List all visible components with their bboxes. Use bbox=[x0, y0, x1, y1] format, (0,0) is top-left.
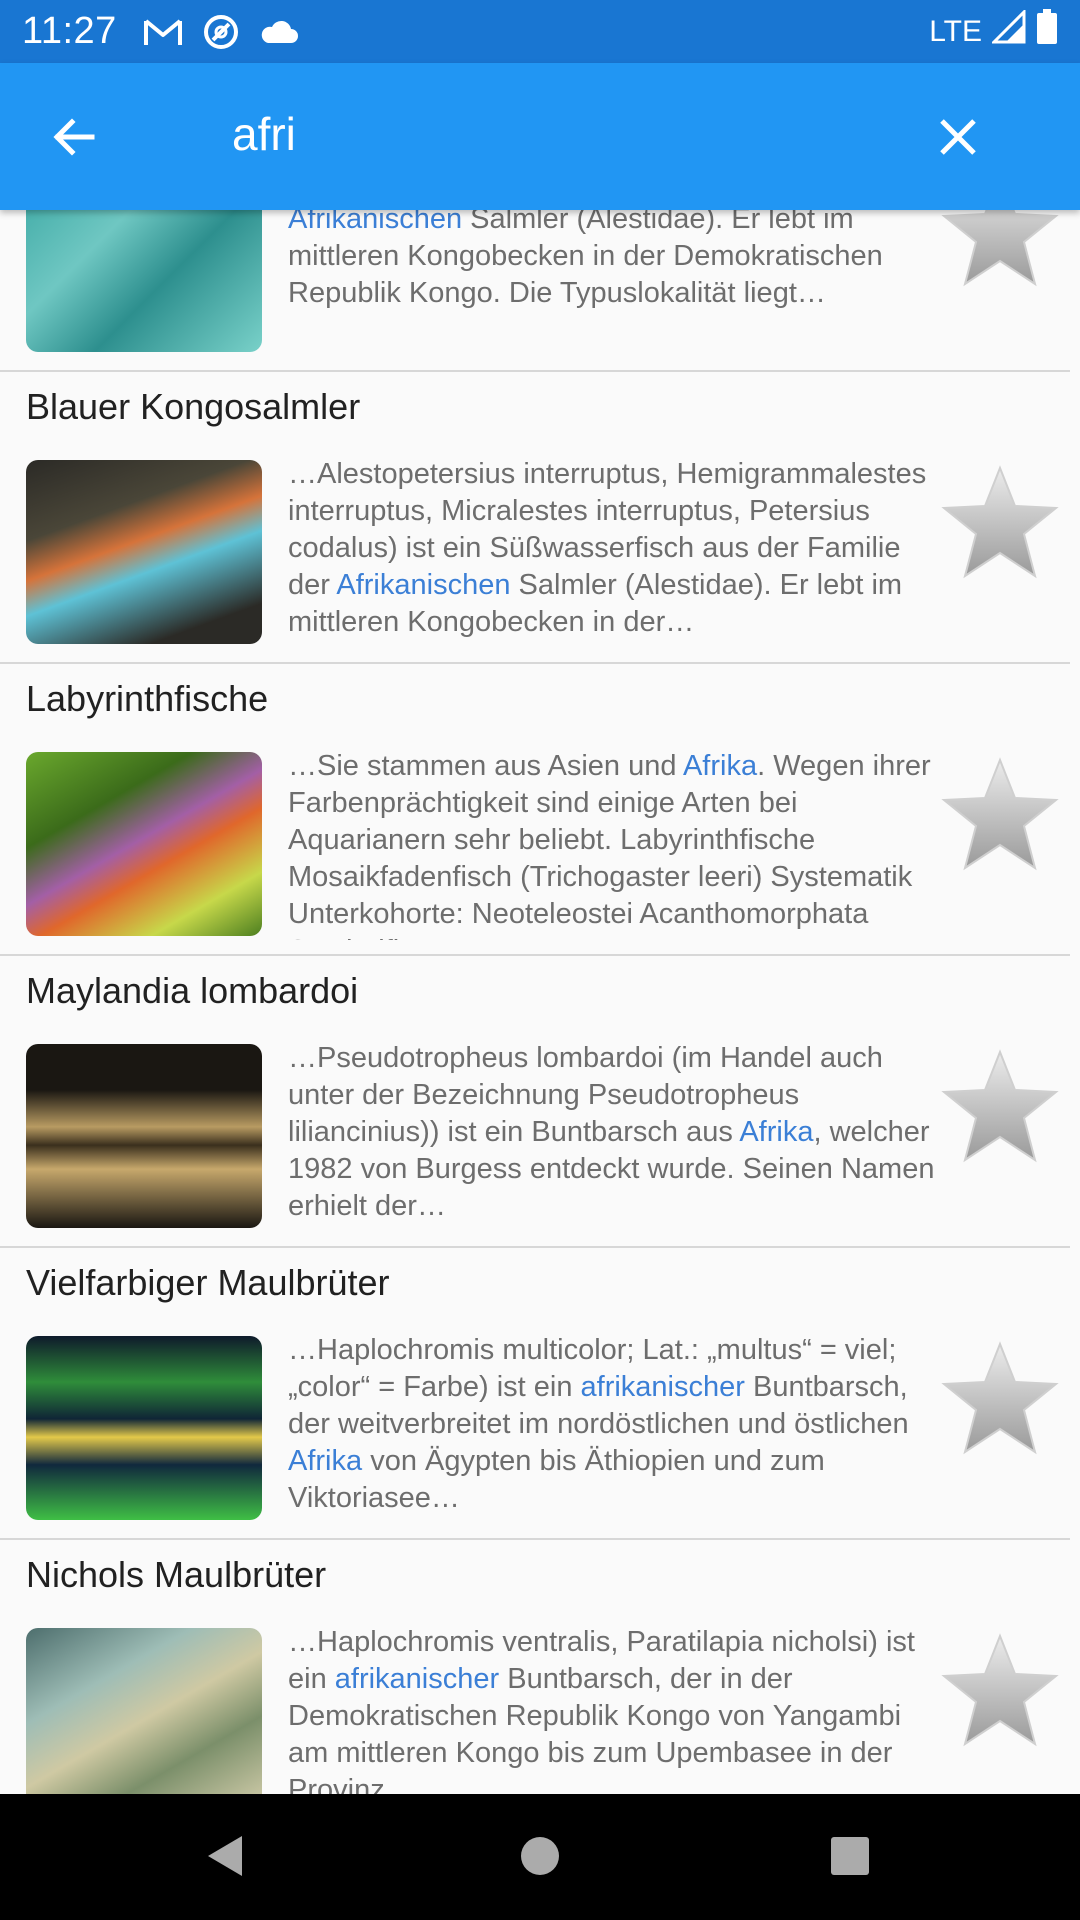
status-bar: 11:27 LTE bbox=[0, 0, 1080, 63]
snippet-highlight: afrikanischer bbox=[334, 1663, 500, 1695]
result-item[interactable]: Nichols Maulbrüter …Haplochromis ventrali… bbox=[0, 1540, 1070, 1794]
star-icon bbox=[941, 1633, 1059, 1747]
result-item[interactable]: Maylandia lombardoi …Pseudotropheus lomba… bbox=[0, 956, 1070, 1248]
snippet-highlight: Afrika bbox=[739, 1116, 814, 1148]
arrow-left-icon bbox=[53, 118, 95, 156]
fish-thumbnail bbox=[26, 460, 262, 644]
result-snippet: …Sie stammen aus Asien und Afrika. Wegen… bbox=[288, 748, 946, 940]
nav-recents-button[interactable] bbox=[818, 1824, 882, 1888]
nav-back-button[interactable] bbox=[194, 1824, 258, 1888]
star-icon bbox=[941, 465, 1059, 579]
result-snippet: …Alestopetersius interruptus, Hemigramma… bbox=[288, 456, 946, 648]
fish-thumbnail bbox=[26, 1336, 262, 1520]
snippet-text: von Ägypten bis Äthiopien und zum Viktor… bbox=[288, 1445, 825, 1514]
fish-thumbnail bbox=[26, 210, 262, 352]
nav-home-button[interactable] bbox=[508, 1824, 572, 1888]
search-input[interactable]: afri bbox=[232, 107, 296, 161]
at-sign-icon bbox=[201, 12, 241, 52]
snippet-highlight: Afrikanischen bbox=[336, 569, 511, 601]
result-snippet: …Haplochromis ventralis, Paratilapia nic… bbox=[288, 1624, 946, 1794]
favorite-star-button[interactable] bbox=[938, 1046, 1062, 1170]
result-title: Blauer Kongosalmler bbox=[26, 386, 361, 427]
gmail-icon bbox=[143, 12, 183, 52]
snippet-highlight: Afrikanischen bbox=[288, 210, 463, 235]
result-title: Maylandia lombardoi bbox=[26, 970, 359, 1011]
favorite-star-button[interactable] bbox=[938, 754, 1062, 878]
result-item[interactable]: ein Süßwasserfisch aus der Familie der A… bbox=[0, 210, 1070, 372]
result-item[interactable]: Blauer Kongosalmler …Alestopetersius inte… bbox=[0, 372, 1070, 664]
star-icon bbox=[941, 1341, 1059, 1455]
favorite-star-button[interactable] bbox=[938, 1338, 1062, 1462]
result-snippet: ein Süßwasserfisch aus der Familie der A… bbox=[288, 210, 946, 356]
network-type: LTE bbox=[929, 14, 982, 48]
snippet-text: …Sie stammen aus Asien und bbox=[288, 750, 683, 782]
result-item[interactable]: Labyrinthfische …Sie stammen aus Asien un… bbox=[0, 664, 1070, 956]
favorite-star-button[interactable] bbox=[938, 210, 1062, 294]
back-button[interactable] bbox=[46, 109, 102, 165]
search-results-list[interactable]: ein Süßwasserfisch aus der Familie der A… bbox=[0, 210, 1080, 1794]
fish-thumbnail bbox=[26, 1044, 262, 1228]
snippet-highlight: Afrika bbox=[288, 1445, 363, 1477]
result-snippet: …Haplochromis multicolor; Lat.: „multus“… bbox=[288, 1332, 946, 1524]
star-icon bbox=[941, 1049, 1059, 1163]
result-snippet: …Pseudotropheus lombardoi (im Handel auc… bbox=[288, 1040, 946, 1232]
signal-icon bbox=[990, 7, 1026, 54]
fish-thumbnail bbox=[26, 752, 262, 936]
snippet-highlight: afrikanischer bbox=[580, 1371, 745, 1403]
result-item[interactable]: Vielfarbiger Maulbrüter …Haplochromis mul… bbox=[0, 1248, 1070, 1540]
fish-thumbnail bbox=[26, 1628, 262, 1794]
close-icon bbox=[940, 119, 976, 155]
battery-icon bbox=[1036, 8, 1058, 55]
snippet-highlight: Afrika bbox=[682, 750, 758, 782]
result-title: Labyrinthfische bbox=[26, 678, 269, 719]
result-title: Vielfarbiger Maulbrüter bbox=[26, 1262, 390, 1303]
system-nav-bar bbox=[0, 1794, 1080, 1920]
nav-back-icon bbox=[208, 1836, 242, 1876]
clear-search-button[interactable] bbox=[930, 109, 986, 165]
star-icon bbox=[941, 210, 1059, 287]
favorite-star-button[interactable] bbox=[938, 1630, 1062, 1754]
nav-recents-icon bbox=[831, 1837, 869, 1875]
star-icon bbox=[941, 757, 1059, 871]
favorite-star-button[interactable] bbox=[938, 462, 1062, 586]
search-app-bar: afri bbox=[0, 63, 1080, 210]
cloud-icon bbox=[259, 12, 299, 52]
status-time: 11:27 bbox=[22, 10, 117, 52]
result-title: Nichols Maulbrüter bbox=[26, 1554, 327, 1595]
nav-home-icon bbox=[521, 1837, 559, 1875]
